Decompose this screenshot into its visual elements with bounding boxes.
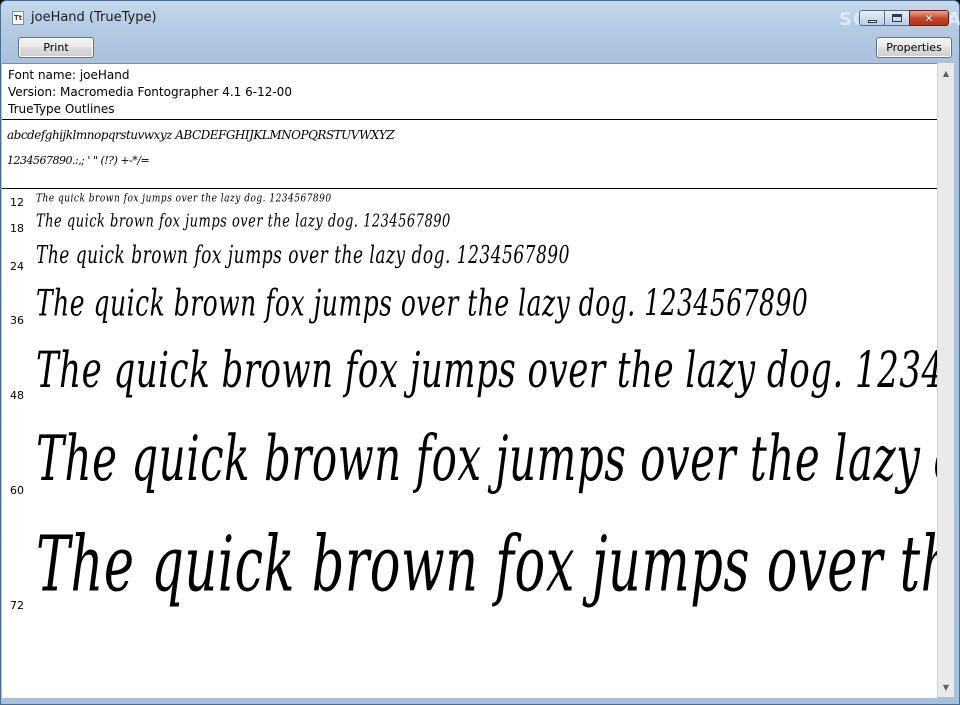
sample-text: The quick brown fox jumps over the lazy (36, 521, 937, 611)
sample-size-label: 12 (10, 196, 24, 209)
font-viewer-window: Tt joeHand (TrueType) SOFTPEDIA ✕ Print … (0, 0, 960, 705)
sample-size-label: 48 (10, 389, 24, 402)
sample-size-label: 60 (10, 484, 24, 497)
charset-letters: abcdefghijklmnopqrstuvwxyz ABCDEFGHIJKLM… (7, 128, 395, 142)
toolbar: Print Properties (8, 32, 952, 63)
minimize-button[interactable] (859, 10, 885, 26)
sample-size-label: 24 (10, 260, 24, 273)
sample-size-label: 18 (10, 222, 24, 235)
caption-buttons: ✕ (859, 10, 949, 26)
charset-symbols: 1234567890.:,; ' " (!?) +-*/= (7, 154, 150, 167)
sample-size-label: 36 (10, 314, 24, 327)
close-button[interactable]: ✕ (909, 10, 949, 26)
window-title: joeHand (TrueType) (31, 10, 157, 25)
close-icon: ✕ (924, 11, 934, 25)
maximize-button[interactable] (884, 10, 910, 26)
scroll-up-icon[interactable]: ▲ (938, 65, 954, 81)
font-outline-line: TrueType Outlines (8, 102, 115, 116)
properties-button[interactable]: Properties (876, 37, 952, 58)
sample-text: The quick brown fox jumps over the lazy … (36, 242, 570, 270)
font-name-line: Font name: joeHand (8, 68, 130, 82)
minimize-icon (867, 19, 877, 23)
sample-text: The quick brown fox jumps over the lazy … (36, 342, 937, 400)
sample-text: The quick brown fox jumps over the lazy … (36, 281, 809, 324)
sample-text: The quick brown fox jumps over the lazy … (36, 192, 332, 206)
sample-text: The quick brown fox jumps over the lazy … (36, 211, 451, 232)
sample-size-label: 72 (10, 599, 24, 612)
font-version-line: Version: Macromedia Fontographer 4.1 6-1… (8, 85, 292, 99)
divider-bottom (2, 188, 937, 189)
divider-top (2, 119, 937, 120)
vertical-scrollbar[interactable]: ▲ ▼ (937, 63, 954, 697)
scroll-down-icon[interactable]: ▼ (938, 679, 954, 695)
font-info: Font name: joeHand Version: Macromedia F… (8, 67, 292, 118)
title-bar[interactable]: Tt joeHand (TrueType) SOFTPEDIA ✕ (1, 1, 960, 31)
font-file-icon[interactable]: Tt (12, 11, 24, 25)
font-preview-area[interactable]: Font name: joeHand Version: Macromedia F… (2, 63, 937, 698)
sample-text: The quick brown fox jumps over the lazy … (36, 421, 937, 496)
maximize-icon (892, 14, 902, 22)
print-button[interactable]: Print (18, 37, 94, 58)
